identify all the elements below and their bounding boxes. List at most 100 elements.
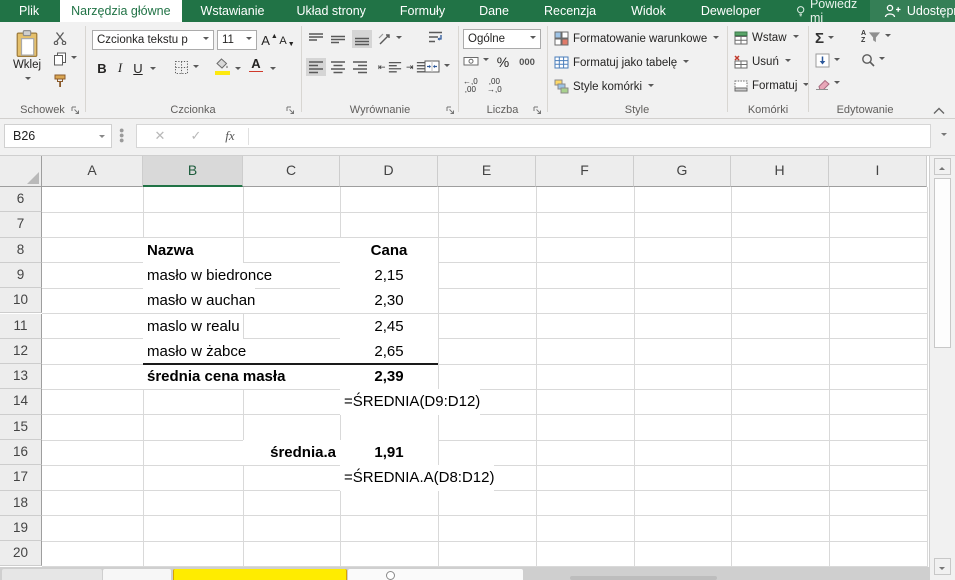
decrease-decimal-button[interactable]: ,00→,0 (487, 78, 502, 94)
cell-styles-button[interactable]: Style komórki (554, 79, 654, 94)
italic-button[interactable]: I (112, 58, 128, 78)
row-header-11[interactable]: 11 (0, 314, 42, 339)
clear-button[interactable] (815, 77, 840, 90)
name-box[interactable]: B26 (4, 124, 112, 148)
cell-D12[interactable]: 2,65 (340, 339, 438, 364)
increase-decimal-button[interactable]: ←,0,00 (463, 78, 478, 94)
cell-B12[interactable]: masło w żabce (143, 339, 246, 364)
cell-D11[interactable]: 2,45 (340, 314, 438, 339)
font-size-combo[interactable]: 11 (217, 30, 257, 50)
column-header-G[interactable]: G (634, 156, 731, 187)
cell-D9[interactable]: 2,15 (340, 263, 438, 288)
column-header-I[interactable]: I (829, 156, 927, 187)
column-header-H[interactable]: H (731, 156, 829, 187)
sort-filter-button[interactable]: AZ (861, 30, 891, 44)
comma-style-button[interactable]: 000 (515, 55, 539, 69)
wrap-text-button[interactable] (428, 30, 443, 44)
cell-B11[interactable]: maslo w realu (143, 314, 243, 339)
collapse-ribbon-button[interactable] (933, 102, 945, 110)
conditional-formatting-button[interactable]: Formatowanie warunkowe (554, 31, 719, 46)
cell-C16[interactable]: średnia.a (243, 440, 340, 465)
fill-color-button[interactable] (214, 58, 230, 75)
clipboard-dialog-launcher[interactable] (71, 106, 80, 115)
align-left-button[interactable] (306, 58, 326, 76)
orientation-button[interactable] (378, 32, 402, 46)
grow-font-button[interactable]: A▲ (261, 30, 278, 50)
enter-icon[interactable]: ✓ (181, 125, 211, 147)
align-right-button[interactable] (352, 60, 368, 74)
vertical-scrollbar[interactable] (929, 156, 955, 580)
column-header-B[interactable]: B (143, 156, 243, 187)
cell-D13[interactable]: 2,39 (340, 364, 438, 389)
scroll-down-arrow[interactable] (934, 558, 951, 575)
row-header-19[interactable]: 19 (0, 516, 42, 541)
column-header-E[interactable]: E (438, 156, 536, 187)
tab-widok[interactable]: Widok (620, 0, 677, 22)
column-header-A[interactable]: A (42, 156, 143, 187)
alignment-dialog-launcher[interactable] (446, 106, 455, 115)
tell-me-box[interactable]: Powiedz mi (786, 0, 870, 22)
row-header-8[interactable]: 8 (0, 238, 42, 263)
decrease-indent-button[interactable]: ⇤ (378, 60, 402, 74)
borders-button[interactable] (174, 60, 199, 75)
formula-bar-resizer[interactable]: ●●● (119, 128, 122, 144)
new-sheet-button[interactable] (386, 571, 395, 580)
formula-input-area[interactable]: ✕ ✓ fx (136, 124, 931, 148)
cell-D17[interactable]: =ŚREDNIA.A(D8:D12) (340, 465, 494, 490)
cell-B9[interactable]: masło w biedronce (143, 263, 272, 288)
cell-B13[interactable]: średnia cena masła (143, 364, 285, 389)
insert-cells-button[interactable]: Wstaw (734, 31, 799, 45)
row-header-13[interactable]: 13 (0, 364, 42, 389)
sheet-tab-yellow[interactable] (173, 569, 347, 580)
scroll-up-arrow[interactable] (934, 158, 951, 175)
column-header-C[interactable]: C (243, 156, 340, 187)
row-header-12[interactable]: 12 (0, 339, 42, 364)
tab-formuly[interactable]: Formuły (389, 0, 456, 22)
format-painter-button[interactable] (53, 74, 67, 88)
merge-center-button[interactable] (424, 60, 450, 73)
horizontal-scroll-thumb[interactable] (570, 576, 717, 580)
format-cells-button[interactable]: Formatuj (734, 79, 809, 93)
row-header-6[interactable]: 6 (0, 187, 42, 212)
share-button[interactable]: Udostępnij (870, 0, 955, 22)
cut-button[interactable] (53, 31, 67, 45)
bold-button[interactable]: B (94, 58, 110, 78)
align-bottom-button[interactable] (352, 30, 372, 48)
row-header-10[interactable]: 10 (0, 288, 42, 313)
align-middle-button[interactable] (330, 32, 346, 46)
percent-button[interactable]: % (495, 53, 511, 71)
underline-dropdown-arrow[interactable] (150, 67, 156, 73)
cancel-icon[interactable]: ✕ (145, 125, 175, 147)
tab-wstawianie[interactable]: Wstawianie (190, 0, 276, 22)
tab-deweloper[interactable]: Deweloper (690, 0, 772, 22)
select-all-corner[interactable] (0, 156, 42, 187)
sheet-tab[interactable] (103, 569, 171, 580)
delete-cells-button[interactable]: Usuń (734, 55, 791, 69)
column-header-D[interactable]: D (340, 156, 438, 187)
cell-D8[interactable]: Cana (340, 238, 438, 263)
tab-narzedzia-glowne[interactable]: Narzędzia główne (60, 0, 181, 22)
row-header-15[interactable]: 15 (0, 415, 42, 440)
insert-function-icon[interactable]: fx (215, 125, 245, 147)
cell-D14[interactable]: =ŚREDNIA(D9:D12) (340, 389, 480, 414)
accounting-format-button[interactable] (463, 55, 489, 67)
fill-button[interactable] (815, 53, 840, 68)
font-dialog-launcher[interactable] (286, 106, 295, 115)
row-header-16[interactable]: 16 (0, 440, 42, 465)
sheet-tab[interactable] (348, 569, 523, 580)
tab-uklad-strony[interactable]: Układ strony (285, 0, 376, 22)
align-top-button[interactable] (308, 32, 324, 46)
paste-button[interactable]: Wklej (6, 28, 48, 98)
cell-D16[interactable]: 1,91 (340, 440, 438, 465)
font-color-button[interactable]: A (248, 56, 264, 72)
number-format-combo[interactable]: Ogólne (463, 29, 541, 49)
paste-dropdown-arrow[interactable] (25, 77, 31, 83)
tab-dane[interactable]: Dane (468, 0, 520, 22)
cell-D10[interactable]: 2,30 (340, 288, 438, 313)
row-header-20[interactable]: 20 (0, 541, 42, 566)
number-dialog-launcher[interactable] (533, 106, 542, 115)
tab-recenzja[interactable]: Recenzja (533, 0, 607, 22)
vertical-scroll-thumb[interactable] (934, 178, 951, 348)
sheet-tab[interactable] (2, 569, 102, 580)
sheet-grid[interactable]: ABCDEFGHI67891011121314151617181920Nazwa… (0, 156, 929, 568)
